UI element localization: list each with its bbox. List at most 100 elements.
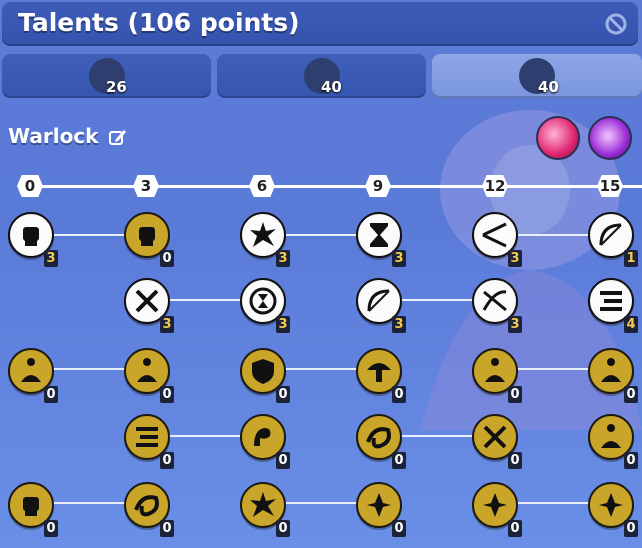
connector [52, 502, 128, 504]
rank-badge: 3 [392, 250, 406, 267]
talent-tools[interactable]: 3 [124, 278, 174, 333]
talent-meditate[interactable]: 0 [124, 348, 174, 403]
talent-mushroom[interactable]: 0 [356, 348, 406, 403]
arrows-icon [482, 222, 507, 248]
mushroom-icon [367, 363, 391, 382]
talent-bow[interactable]: 1 [588, 212, 638, 267]
meditation-icon [601, 424, 621, 448]
talent-shield[interactable]: 0 [240, 348, 290, 403]
burst-icon [250, 492, 276, 517]
talent-shatter[interactable]: 3 [240, 212, 290, 267]
talent-split-arrows[interactable]: 3 [472, 212, 522, 267]
crossbow-icon [482, 290, 507, 312]
talent-tools[interactable]: 0 [472, 414, 522, 469]
talent-dash[interactable]: 0 [124, 414, 174, 469]
rank-badge: 0 [160, 520, 174, 537]
rank-badge: 0 [624, 386, 638, 403]
talent-meditate[interactable]: 0 [588, 414, 638, 469]
level-marker-15: 15 [597, 175, 623, 197]
rank-badge: 0 [392, 386, 406, 403]
rank-badge: 1 [624, 250, 638, 267]
level-marker-3: 3 [133, 175, 159, 197]
connector [52, 368, 128, 370]
edit-icon[interactable] [108, 127, 128, 147]
connector [516, 368, 592, 370]
tab-paladin[interactable]: 40 [217, 54, 426, 98]
fist-icon [139, 227, 155, 246]
tools-icon [135, 289, 159, 313]
purple-orb-icon[interactable] [588, 116, 632, 160]
connector [400, 435, 476, 437]
tab-warlock[interactable]: 40 [432, 54, 642, 98]
level-marker-6: 6 [249, 175, 275, 197]
fist-icon [23, 497, 39, 516]
rank-badge: 0 [624, 520, 638, 537]
shatter-icon [483, 493, 507, 517]
rank-badge: 0 [392, 452, 406, 469]
meditation-icon [485, 358, 505, 382]
talent-crossbow[interactable]: 3 [472, 278, 522, 333]
shield-icon [252, 359, 274, 384]
bow-icon [367, 289, 390, 312]
rank-badge: 3 [508, 316, 522, 333]
rank-badge: 0 [276, 386, 290, 403]
talent-swirl[interactable]: 0 [356, 414, 406, 469]
connector [168, 299, 244, 301]
connector [284, 368, 360, 370]
flex-arm-icon [254, 428, 271, 446]
talent-meditate[interactable]: 0 [588, 348, 638, 403]
rank-badge: 3 [508, 250, 522, 267]
talent-dash[interactable]: 4 [588, 278, 638, 333]
level-track [30, 185, 642, 188]
explosion-icon [250, 222, 276, 247]
talent-hourglass[interactable]: 3 [356, 212, 406, 267]
hourglass-ring-icon [249, 287, 277, 315]
meditation-icon [601, 358, 621, 382]
talent-fist-strike[interactable]: 3 [8, 212, 58, 267]
rank-badge: 3 [44, 250, 58, 267]
tab-mage[interactable]: 26 [2, 54, 211, 98]
rank-badge: 0 [276, 452, 290, 469]
talent-fist-strike[interactable]: 0 [8, 482, 58, 537]
shatter-icon [367, 493, 391, 517]
rank-badge: 0 [508, 452, 522, 469]
tab-mage-count: 26 [106, 78, 127, 96]
talent-meditate[interactable]: 0 [472, 348, 522, 403]
rank-badge: 0 [276, 520, 290, 537]
talent-shatter[interactable]: 0 [472, 482, 522, 537]
tools-icon [483, 425, 507, 449]
meditation-icon [21, 358, 41, 382]
talent-shatter[interactable]: 0 [588, 482, 638, 537]
rank-badge: 0 [44, 520, 58, 537]
connector [284, 234, 360, 236]
talent-swirl[interactable]: 0 [124, 482, 174, 537]
pink-orb-icon[interactable] [536, 116, 580, 160]
shatter-icon [599, 493, 623, 517]
connector [516, 502, 592, 504]
talent-power-fist[interactable]: 0 [124, 212, 174, 267]
rank-badge: 3 [276, 250, 290, 267]
rank-badge: 0 [392, 520, 406, 537]
rank-badge: 0 [160, 386, 174, 403]
talent-burst[interactable]: 0 [240, 482, 290, 537]
rank-badge: 0 [160, 452, 174, 469]
rank-badge: 0 [624, 452, 638, 469]
rank-badge: 0 [160, 250, 174, 267]
rank-badge: 3 [392, 316, 406, 333]
rank-badge: 4 [624, 316, 638, 333]
talent-time-ring[interactable]: 3 [240, 278, 290, 333]
talent-shatter[interactable]: 0 [356, 482, 406, 537]
swirl-icon [366, 427, 391, 449]
bow-icon [599, 223, 622, 246]
talent-meditate[interactable]: 0 [8, 348, 58, 403]
fist-icon [23, 227, 39, 246]
tab-paladin-count: 40 [321, 78, 342, 96]
level-marker-0: 0 [17, 175, 43, 197]
talent-longbow[interactable]: 3 [356, 278, 406, 333]
header-bar: Talents (106 points) [2, 2, 638, 46]
class-name: Warlock [8, 124, 99, 148]
connector [284, 502, 360, 504]
connector [400, 299, 476, 301]
disabled-close-icon[interactable] [604, 12, 628, 36]
talent-flex[interactable]: 0 [240, 414, 290, 469]
